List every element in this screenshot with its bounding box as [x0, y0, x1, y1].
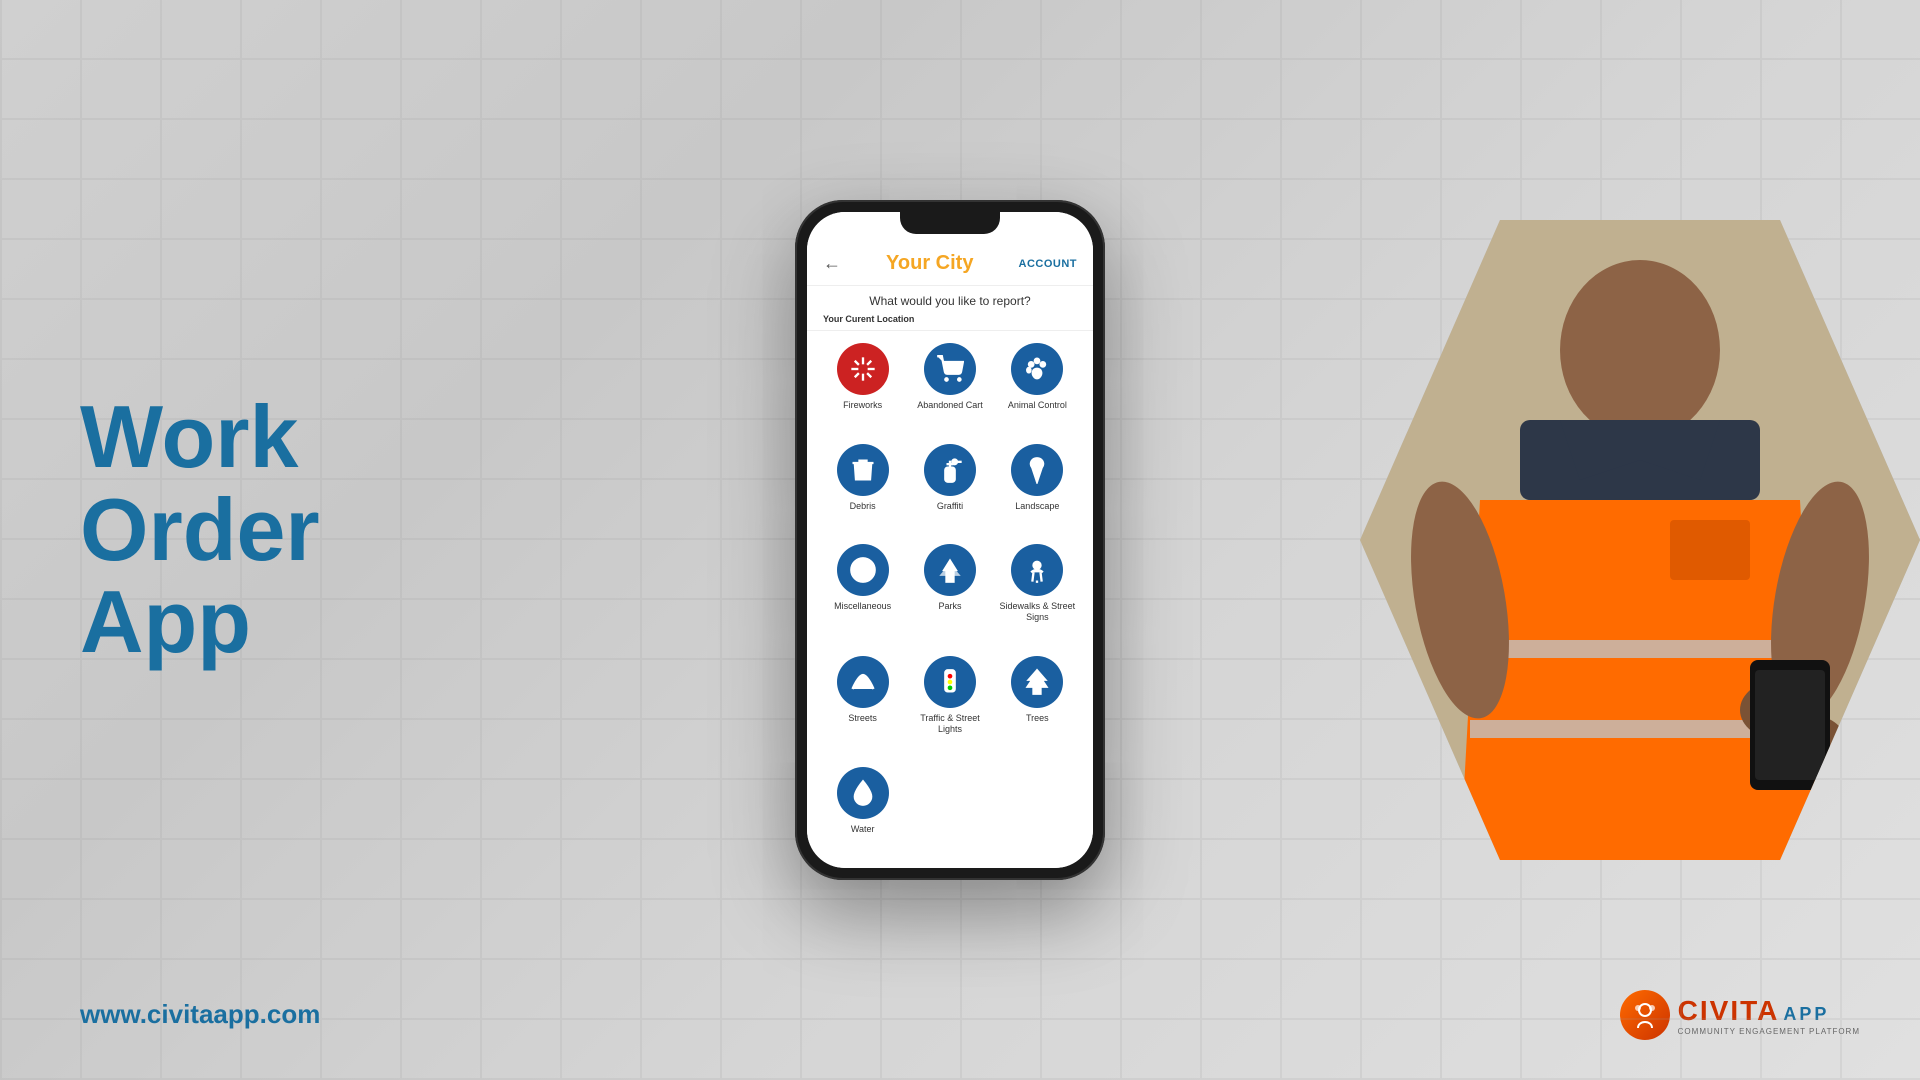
left-section: Work Order App www.civitaapp.com: [0, 0, 600, 1080]
sidewalk-icon: [1011, 544, 1063, 596]
trees-icon: [1011, 656, 1063, 708]
category-fireworks[interactable]: Fireworks: [823, 343, 902, 432]
hero-title: Work Order App: [80, 391, 540, 668]
back-button[interactable]: ←: [823, 253, 841, 274]
phone-screen: ← Your City ACCOUNT What would you like …: [807, 212, 1093, 868]
category-animal-control[interactable]: Animal Control: [998, 343, 1077, 432]
landscape-label: Landscape: [1015, 501, 1059, 512]
category-abandoned-cart[interactable]: Abandoned Cart: [910, 343, 989, 432]
fireworks-icon: [837, 343, 889, 395]
category-traffic[interactable]: Traffic & Street Lights: [910, 656, 989, 755]
category-parks[interactable]: Parks: [910, 544, 989, 643]
category-debris[interactable]: Debris: [823, 444, 902, 533]
hex-container: [1360, 220, 1920, 860]
category-sidewalks[interactable]: Sidewalks & Street Signs: [998, 544, 1077, 643]
traffic-label: Traffic & Street Lights: [910, 713, 989, 735]
graffiti-label: Graffiti: [937, 501, 963, 512]
right-section: [1300, 0, 1920, 1080]
report-subtitle: What would you like to report?: [807, 286, 1093, 312]
spray-icon: [924, 444, 976, 496]
misc-icon: [837, 544, 889, 596]
phone-mockup: ← Your City ACCOUNT What would you like …: [795, 200, 1105, 880]
parks-label: Parks: [938, 601, 961, 612]
water-label: Water: [851, 824, 875, 835]
trees-label: Trees: [1026, 713, 1049, 724]
paw-icon: [1011, 343, 1063, 395]
category-miscellaneous[interactable]: Miscellaneous: [823, 544, 902, 643]
center-section: ← Your City ACCOUNT What would you like …: [600, 0, 1300, 1080]
account-button[interactable]: ACCOUNT: [1019, 258, 1078, 270]
category-trees[interactable]: Trees: [998, 656, 1077, 755]
streets-label: Streets: [848, 713, 877, 724]
phone-notch: [900, 212, 1000, 234]
worker-hex: [1360, 220, 1920, 860]
app-title: Your City: [841, 252, 1019, 275]
category-streets[interactable]: Streets: [823, 656, 902, 755]
debris-label: Debris: [850, 501, 876, 512]
cart-icon: [924, 343, 976, 395]
main-container: Work Order App www.civitaapp.com ← Your …: [0, 0, 1920, 1080]
location-label: Your Curent Location: [807, 312, 1093, 331]
cart-label: Abandoned Cart: [917, 400, 983, 411]
fireworks-label: Fireworks: [843, 400, 882, 411]
category-water[interactable]: Water: [823, 767, 902, 856]
parks-icon: [924, 544, 976, 596]
landscape-icon: [1011, 444, 1063, 496]
category-grid: Fireworks Abandoned Cart: [807, 331, 1093, 868]
water-icon: [837, 767, 889, 819]
website-url: www.civitaapp.com: [80, 999, 320, 1030]
traffic-icon: [924, 656, 976, 708]
trash-icon: [837, 444, 889, 496]
category-landscape[interactable]: Landscape: [998, 444, 1077, 533]
animal-label: Animal Control: [1008, 400, 1067, 411]
sidewalk-label: Sidewalks & Street Signs: [998, 601, 1077, 623]
streets-icon: [837, 656, 889, 708]
category-graffiti[interactable]: Graffiti: [910, 444, 989, 533]
misc-label: Miscellaneous: [834, 601, 891, 612]
